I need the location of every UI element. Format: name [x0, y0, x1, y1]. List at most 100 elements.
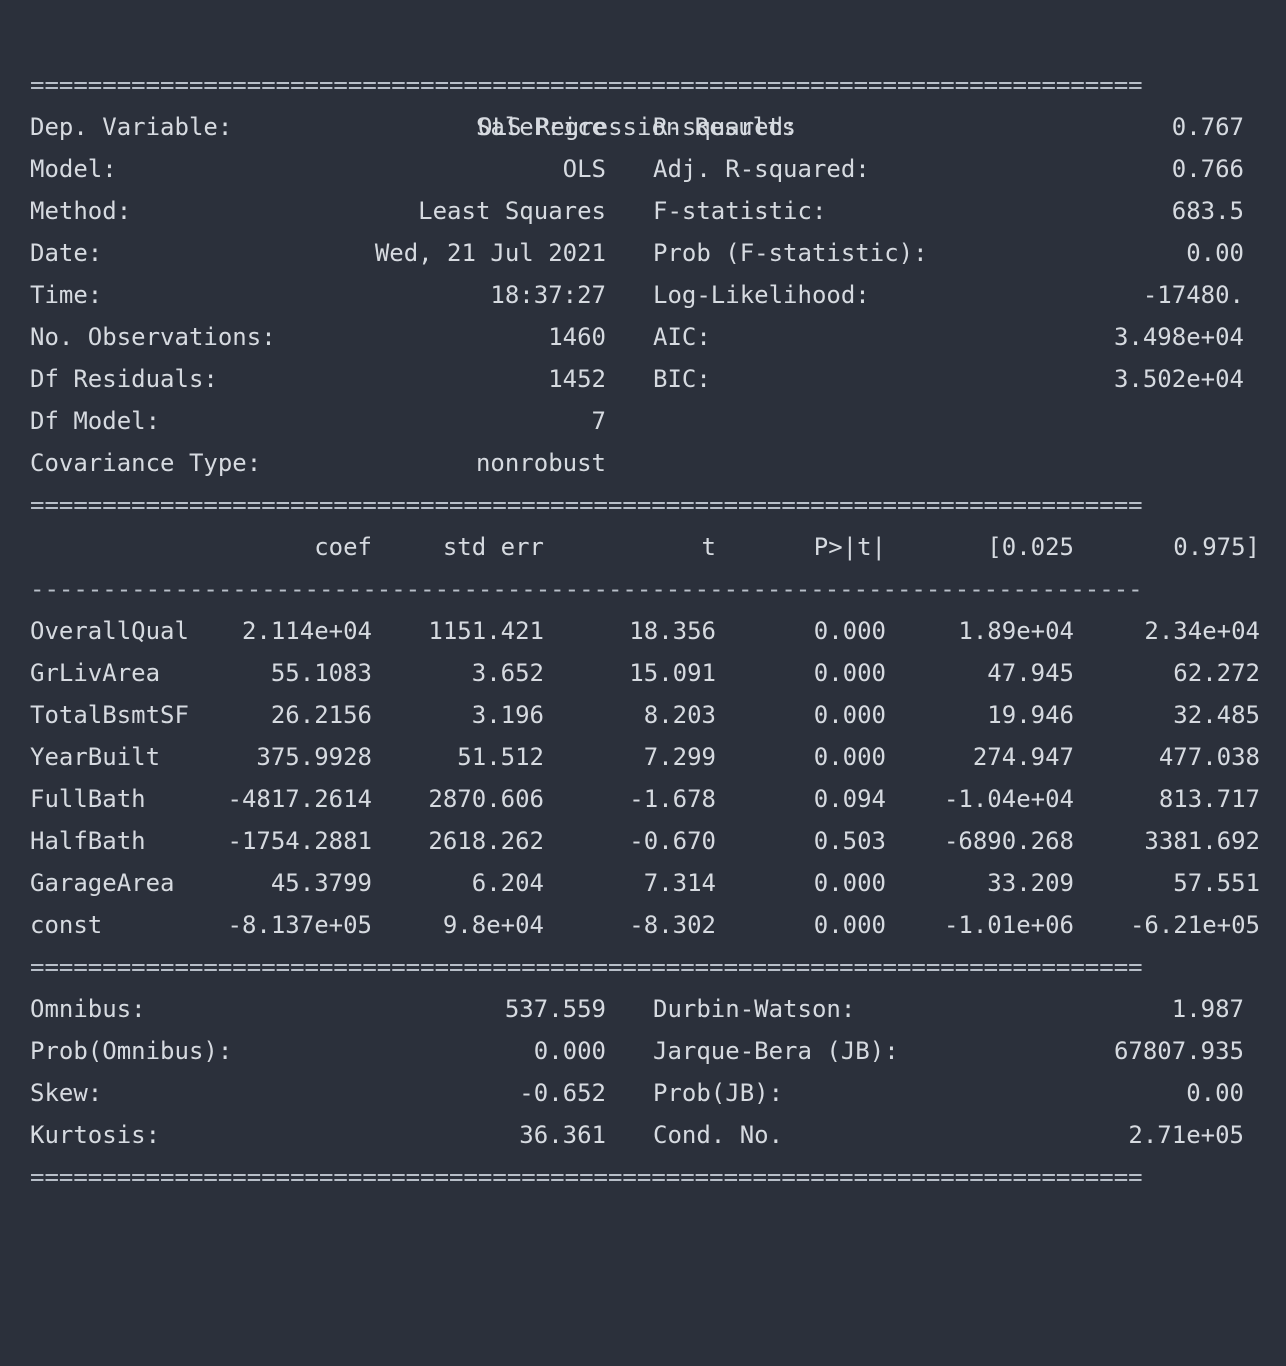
std-err-value: 51.512: [457, 743, 544, 771]
double-rule: ========================================…: [30, 1163, 1143, 1191]
double-rule: ========================================…: [30, 71, 1143, 99]
summary-value: 537.559: [504, 995, 606, 1023]
coef-value: -4817.2614: [227, 785, 373, 813]
summary-value: 18:37:27: [490, 281, 606, 309]
ci-high-value: 62.272: [1173, 659, 1260, 687]
ci-high-value: 32.485: [1173, 701, 1260, 729]
summary-value: 1460: [548, 323, 606, 351]
ci-high-value: 57.551: [1173, 869, 1260, 897]
bottom-summary: Omnibus: 537.559 Durbin-Watson: 1.987 Pr…: [30, 988, 1270, 1156]
table-row: const -8.137e+05 9.8e+04 -8.302 0.000 -1…: [30, 904, 1270, 946]
summary-row: Df Residuals: 1452 BIC: 3.502e+04: [30, 358, 1270, 400]
summary-value: Least Squares: [418, 197, 606, 225]
std-err-value: 3.196: [471, 701, 544, 729]
ci-high-value: -6.21e+05: [1129, 911, 1260, 939]
ci-high-value: 2.34e+04: [1144, 617, 1260, 645]
summary-row: Date: Wed, 21 Jul 2021 Prob (F-statistic…: [30, 232, 1270, 274]
ci-low-value: 33.209: [987, 869, 1074, 897]
summary-row: Df Model: 7: [30, 400, 1270, 442]
ci-low-value: 19.946: [987, 701, 1074, 729]
summary-label-2: Durbin-Watson:: [653, 995, 856, 1023]
header-p-value: P>|t|: [813, 533, 886, 561]
summary-row: No. Observations: 1460 AIC: 3.498e+04: [30, 316, 1270, 358]
summary-label-2: Prob(JB):: [653, 1079, 784, 1107]
summary-label-2: BIC:: [653, 365, 711, 393]
summary-label-2: Cond. No.: [653, 1121, 784, 1149]
ci-low-value: 1.89e+04: [958, 617, 1074, 645]
p-value: 0.000: [813, 701, 886, 729]
summary-value: -0.652: [519, 1079, 606, 1107]
summary-value: Wed, 21 Jul 2021: [374, 239, 606, 267]
p-value: 0.000: [813, 911, 886, 939]
table-row: OverallQual 2.114e+04 1151.421 18.356 0.…: [30, 610, 1270, 652]
title-row: OLS Regression Results: [30, 22, 1270, 141]
summary-label-2: Adj. R-squared:: [653, 155, 870, 183]
p-value: 0.094: [813, 785, 886, 813]
std-err-value: 1151.421: [428, 617, 544, 645]
std-err-value: 2618.262: [428, 827, 544, 855]
double-rule: ========================================…: [30, 953, 1143, 981]
coef-table: OverallQual 2.114e+04 1151.421 18.356 0.…: [30, 610, 1270, 946]
coef-value: 26.2156: [270, 701, 372, 729]
summary-row: Method: Least Squares F-statistic: 683.5: [30, 190, 1270, 232]
summary-value-2: 3.502e+04: [1113, 365, 1244, 393]
summary-value: SalePrice: [475, 113, 606, 141]
p-value: 0.503: [813, 827, 886, 855]
ci-high-value: 813.717: [1158, 785, 1260, 813]
summary-label-2: F-statistic:: [653, 197, 827, 225]
summary-value-2: 0.00: [1186, 1079, 1244, 1107]
double-rule: ========================================…: [30, 491, 1143, 519]
t-value: 7.314: [643, 869, 716, 897]
summary-row: Time: 18:37:27 Log-Likelihood: -17480.: [30, 274, 1270, 316]
header-ci-high: 0.975]: [1173, 533, 1260, 561]
summary-row: Prob(Omnibus): 0.000 Jarque-Bera (JB): 6…: [30, 1030, 1270, 1072]
t-value: -0.670: [629, 827, 716, 855]
summary-value: 1452: [548, 365, 606, 393]
table-row: GarageArea 45.3799 6.204 7.314 0.000 33.…: [30, 862, 1270, 904]
summary-value: 7: [591, 407, 606, 435]
coef-value: 375.9928: [256, 743, 372, 771]
summary-label-2: Log-Likelihood:: [653, 281, 870, 309]
coef-value: -8.137e+05: [227, 911, 373, 939]
table-row: FullBath -4817.2614 2870.606 -1.678 0.09…: [30, 778, 1270, 820]
summary-value-2: 683.5: [1171, 197, 1244, 225]
ci-low-value: 47.945: [987, 659, 1074, 687]
std-err-value: 6.204: [471, 869, 544, 897]
summary-row: Covariance Type: nonrobust: [30, 442, 1270, 484]
summary-row: Dep. Variable: SalePrice R-squared: 0.76…: [30, 106, 1270, 148]
t-value: 7.299: [643, 743, 716, 771]
summary-value-2: 0.00: [1186, 239, 1244, 267]
summary-row: Model: OLS Adj. R-squared: 0.766: [30, 148, 1270, 190]
summary-value-2: 2.71e+05: [1128, 1121, 1244, 1149]
p-value: 0.000: [813, 617, 886, 645]
p-value: 0.000: [813, 869, 886, 897]
t-value: 15.091: [629, 659, 716, 687]
summary-value: 0.000: [533, 1037, 606, 1065]
std-err-value: 2870.606: [428, 785, 544, 813]
p-value: 0.000: [813, 659, 886, 687]
summary-value: OLS: [562, 155, 606, 183]
t-value: 8.203: [643, 701, 716, 729]
top-summary: Dep. Variable: SalePrice R-squared: 0.76…: [30, 106, 1270, 484]
header-ci-low: [0.025: [987, 533, 1074, 561]
summary-value-2: 0.767: [1171, 113, 1244, 141]
table-row: TotalBsmtSF 26.2156 3.196 8.203 0.000 19…: [30, 694, 1270, 736]
ci-low-value: -1.01e+06: [943, 911, 1074, 939]
coef-header-row: coef std err t P>|t| [0.025 0.975]: [30, 526, 1270, 568]
table-row: YearBuilt 375.9928 51.512 7.299 0.000 27…: [30, 736, 1270, 778]
header-t: t: [701, 533, 716, 561]
table-row: HalfBath -1754.2881 2618.262 -0.670 0.50…: [30, 820, 1270, 862]
ols-results-output: OLS Regression Results =================…: [30, 22, 1270, 1198]
single-rule: ----------------------------------------…: [30, 575, 1143, 603]
summary-value-2: 3.498e+04: [1113, 323, 1244, 351]
header-coef: coef: [314, 533, 372, 561]
ci-low-value: 274.947: [972, 743, 1074, 771]
coef-value: 2.114e+04: [241, 617, 372, 645]
summary-label-2: R-squared:: [653, 113, 798, 141]
t-value: 18.356: [629, 617, 716, 645]
coef-value: -1754.2881: [227, 827, 373, 855]
coef-value: 45.3799: [270, 869, 372, 897]
summary-row: Skew: -0.652 Prob(JB): 0.00: [30, 1072, 1270, 1114]
ci-high-value: 3381.692: [1144, 827, 1260, 855]
ci-low-value: -6890.268: [943, 827, 1074, 855]
